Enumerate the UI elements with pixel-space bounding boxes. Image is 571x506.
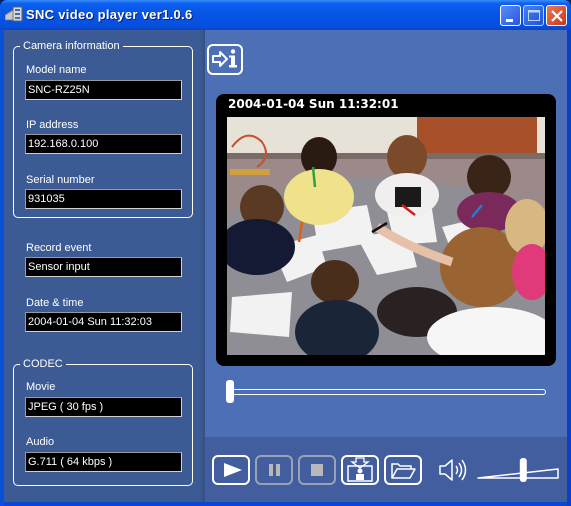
- arrow-info-icon: [212, 49, 237, 68]
- serial-number-label: Serial number: [26, 174, 95, 186]
- video-frame-image: [227, 117, 545, 355]
- record-event-field: Sensor input: [25, 257, 182, 277]
- minimize-button[interactable]: [500, 5, 521, 26]
- ip-address-label: IP address: [26, 119, 79, 131]
- video-timestamp: 2004-01-04 Sun 11:32:01: [228, 97, 399, 111]
- window-bottom-border: [0, 502, 571, 506]
- save-image-button[interactable]: [341, 455, 379, 485]
- save-image-icon: [347, 457, 373, 482]
- volume-slider-thumb[interactable]: [519, 458, 527, 482]
- stop-button[interactable]: [298, 455, 336, 485]
- movie-field: JPEG ( 30 fps ): [25, 397, 182, 417]
- window-title: SNC video player ver1.0.6: [26, 7, 193, 22]
- stop-icon: [311, 464, 323, 476]
- maximize-icon: [528, 10, 540, 21]
- play-button[interactable]: [212, 455, 250, 485]
- model-name-field: SNC-RZ25N: [25, 80, 182, 100]
- record-event-label: Record event: [26, 242, 92, 254]
- window-right-border: [567, 30, 571, 506]
- pause-icon: [269, 464, 280, 476]
- folder-open-icon: [391, 463, 416, 479]
- title-bar[interactable]: SNC video player ver1.0.6: [0, 0, 571, 30]
- audio-label: Audio: [26, 436, 55, 448]
- video-display: 2004-01-04 Sun 11:32:01: [216, 94, 556, 366]
- app-icon: [5, 6, 23, 22]
- minimize-icon: [506, 19, 513, 22]
- close-button[interactable]: [546, 5, 567, 26]
- model-name-label: Model name: [26, 64, 87, 76]
- seek-slider-thumb[interactable]: [226, 380, 234, 403]
- ip-address-field: 192.168.0.100: [25, 134, 182, 154]
- play-icon: [224, 463, 242, 477]
- serial-number-field: 931035: [25, 189, 182, 209]
- close-icon: [551, 10, 563, 22]
- app-window: SNC video player ver1.0.6 Camera informa…: [0, 0, 571, 506]
- maximize-button[interactable]: [523, 5, 544, 26]
- pause-button[interactable]: [255, 455, 293, 485]
- open-file-button[interactable]: [384, 455, 422, 485]
- volume-slider[interactable]: [476, 454, 560, 484]
- audio-field: G.711 ( 64 kbps ): [25, 452, 182, 472]
- date-time-label: Date & time: [26, 297, 84, 309]
- codec-legend: CODEC: [20, 357, 66, 371]
- date-time-field: 2004-01-04 Sun 11:32:03: [25, 312, 182, 332]
- seek-slider[interactable]: [227, 389, 546, 395]
- info-button[interactable]: [207, 44, 243, 75]
- video-scene: [227, 117, 545, 355]
- movie-label: Movie: [26, 381, 56, 393]
- camera-info-legend: Camera information: [20, 39, 123, 53]
- window-left-border: [0, 30, 4, 506]
- speaker-icon[interactable]: [438, 458, 472, 482]
